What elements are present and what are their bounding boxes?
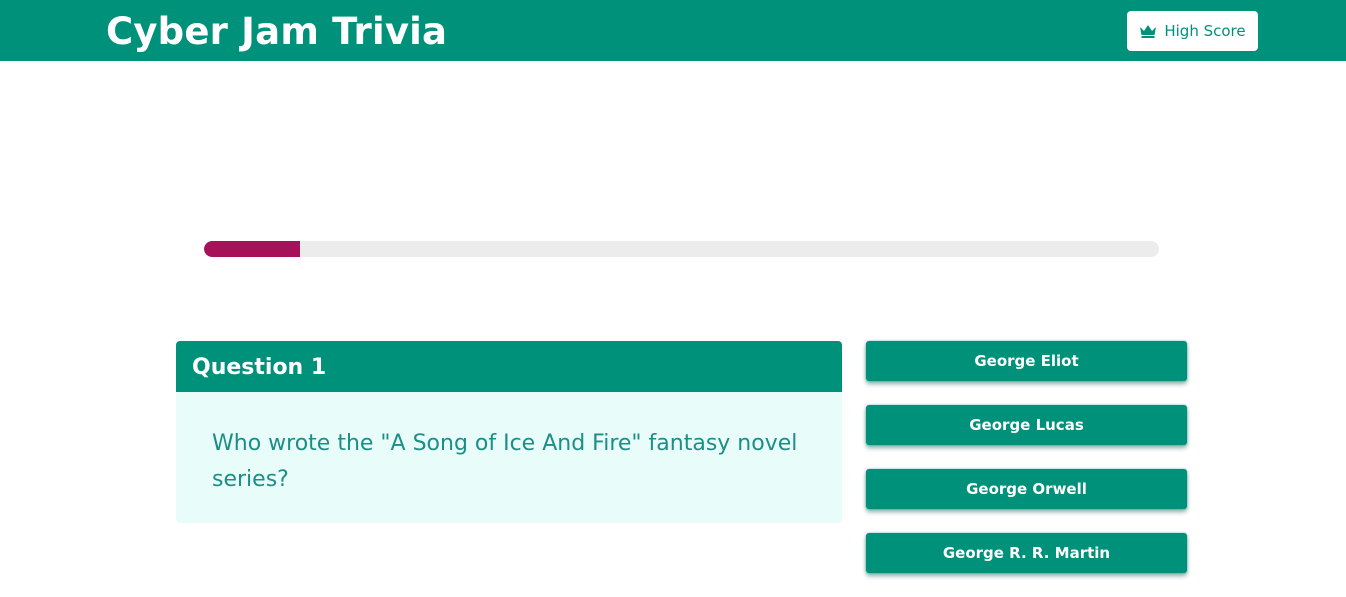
high-score-button[interactable]: High Score — [1127, 11, 1258, 51]
progress-bar-fill — [204, 241, 300, 257]
answer-list: George Eliot George Lucas George Orwell … — [866, 341, 1187, 597]
answer-button-george-eliot[interactable]: George Eliot — [866, 341, 1187, 381]
answer-button-george-orwell[interactable]: George Orwell — [866, 469, 1187, 509]
crown-icon — [1139, 24, 1157, 38]
answer-button-george-r-r-martin[interactable]: George R. R. Martin — [866, 533, 1187, 573]
navbar: Cyber Jam Trivia High Score — [0, 0, 1346, 61]
progress-bar — [204, 241, 1159, 257]
app-title[interactable]: Cyber Jam Trivia — [106, 8, 447, 56]
question-text: Who wrote the "A Song of Ice And Fire" f… — [212, 431, 798, 492]
question-heading: Question 1 — [176, 341, 842, 392]
high-score-label: High Score — [1164, 22, 1246, 40]
question-card: Question 1 Who wrote the "A Song of Ice … — [176, 341, 842, 523]
answer-button-george-lucas[interactable]: George Lucas — [866, 405, 1187, 445]
